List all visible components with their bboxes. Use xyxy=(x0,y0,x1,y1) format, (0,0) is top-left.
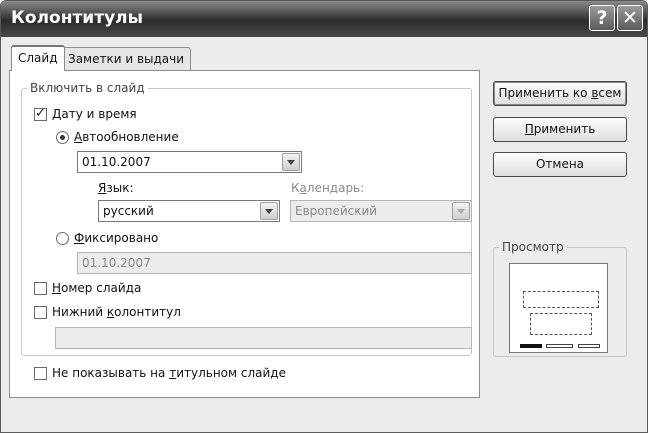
auto-update-radio[interactable] xyxy=(56,131,69,144)
footer-text-field xyxy=(55,327,472,349)
footer-checkbox[interactable] xyxy=(34,306,47,319)
tab-notes-handouts[interactable]: Заметки и выдачи xyxy=(61,47,192,71)
preview-legend: Просмотр xyxy=(499,240,567,254)
footer-label[interactable]: Нижний колонтитул xyxy=(52,305,181,319)
date-time-checkbox[interactable] xyxy=(34,106,47,121)
tab-notes-label: Заметки и выдачи xyxy=(68,52,185,66)
fixed-date-field: 01.10.2007 xyxy=(77,252,472,274)
close-button[interactable]: ✕ xyxy=(617,5,643,31)
dont-show-title-label[interactable]: Не показывать на титульном слайде xyxy=(52,366,286,380)
calendar-combo: Европейский xyxy=(290,200,472,222)
cancel-button[interactable]: Отмена xyxy=(493,152,627,177)
preview-slide-thumbnail xyxy=(509,263,608,353)
slide-number-checkbox[interactable] xyxy=(34,282,47,295)
preview-footer-date xyxy=(520,344,542,348)
preview-footer-number xyxy=(578,344,600,348)
fixed-label[interactable]: Фиксировано xyxy=(74,231,158,245)
calendar-value: Европейский xyxy=(295,204,378,218)
tab-slide[interactable]: Слайд xyxy=(11,45,65,71)
fixed-date-value: 01.10.2007 xyxy=(82,256,151,270)
apply-button[interactable]: Применить xyxy=(493,117,627,142)
chevron-down-icon[interactable] xyxy=(260,202,278,220)
include-group-legend: Включить в слайд xyxy=(27,81,148,95)
title-bar: Колонтитулы ? ✕ xyxy=(1,1,647,37)
preview-footer-text xyxy=(546,344,573,348)
help-button[interactable]: ? xyxy=(589,5,615,31)
preview-body-placeholder xyxy=(530,313,592,335)
chevron-down-icon xyxy=(452,202,470,220)
date-format-combo[interactable]: 01.10.2007 xyxy=(77,151,302,173)
preview-title-placeholder xyxy=(523,291,599,308)
dialog-window: Колонтитулы ? ✕ Слайд Заметки и выдачи В… xyxy=(0,0,648,433)
window-title: Колонтитулы xyxy=(11,8,143,28)
calendar-label: Календарь: xyxy=(291,181,365,195)
date-time-label[interactable]: Дату и время xyxy=(52,107,137,121)
apply-all-button[interactable]: Применить ко всем xyxy=(493,81,627,106)
auto-update-label[interactable]: Автообновление xyxy=(74,130,179,144)
dont-show-title-checkbox[interactable] xyxy=(34,367,47,380)
tab-slide-label: Слайд xyxy=(18,51,58,65)
language-label: Язык: xyxy=(98,181,134,195)
language-value: русский xyxy=(103,204,154,218)
language-combo[interactable]: русский xyxy=(98,200,280,222)
chevron-down-icon[interactable] xyxy=(282,153,300,171)
slide-number-label[interactable]: Номер слайда xyxy=(52,281,141,295)
fixed-radio[interactable] xyxy=(56,232,69,245)
date-format-value: 01.10.2007 xyxy=(82,155,151,169)
